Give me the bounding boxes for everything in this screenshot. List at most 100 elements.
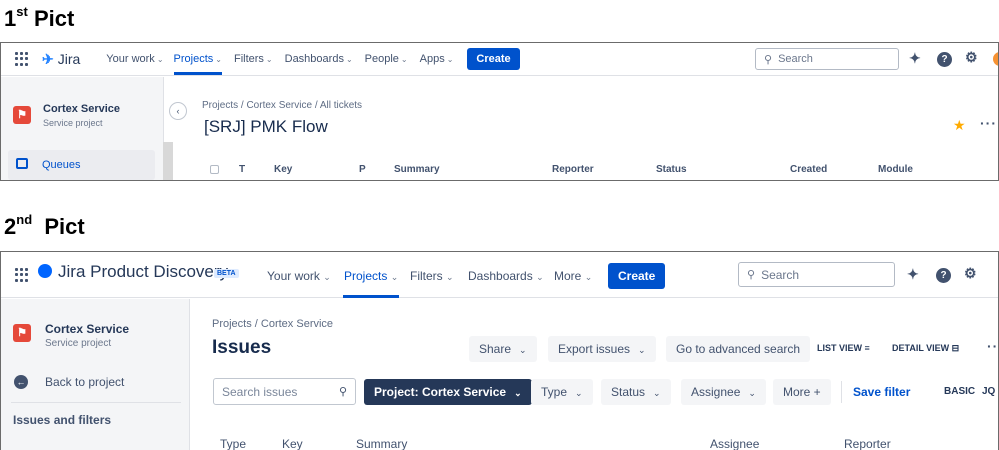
assignee-filter-button[interactable]: Assignee ⌄	[681, 379, 766, 405]
chevron-down-icon: ⌄	[514, 388, 522, 398]
chevron-down-icon: ⌄	[390, 272, 399, 282]
column-header[interactable]: Key	[274, 164, 292, 175]
chevron-down-icon: ⌄	[536, 272, 544, 282]
chevron-down-icon: ⌄	[323, 272, 331, 282]
chevron-down-icon: ⌄	[345, 54, 353, 64]
chevron-down-icon: ⌄	[584, 272, 593, 282]
project-avatar-icon: ⚑	[13, 324, 31, 342]
type-filter-button[interactable]: Type ⌄	[531, 379, 593, 405]
breadcrumb[interactable]: Projects / Cortex Service / All tickets	[202, 100, 362, 111]
back-icon[interactable]: ←	[14, 375, 28, 389]
column-header[interactable]: Summary	[394, 164, 440, 175]
detail-view-toggle[interactable]: DETAIL VIEW ⊟	[892, 343, 959, 354]
jira-screenshot-2: Jira Product Discovery BETA Your work ⌄ …	[0, 251, 999, 450]
chevron-down-icon: ⌄	[653, 388, 661, 398]
active-tab-indicator	[343, 295, 399, 298]
first-picture-heading: 1st Pict	[4, 4, 75, 31]
search-icon: ⚲	[764, 53, 773, 66]
nav-people[interactable]: People ⌄	[365, 53, 408, 65]
project-filter-button[interactable]: Project: Cortex Service ⌄	[364, 379, 532, 405]
notification-icon[interactable]: ✦	[907, 266, 919, 283]
help-icon[interactable]: ?	[937, 52, 952, 67]
sidebar-scrollbar[interactable]	[163, 142, 173, 180]
chevron-down-icon: ⌄	[748, 388, 756, 398]
nav-apps[interactable]: Apps ⌄	[420, 53, 454, 65]
page-title: [SRJ] PMK Flow	[204, 117, 328, 136]
settings-icon[interactable]: ⚙	[964, 265, 977, 282]
nav-dashboards[interactable]: Dashboards ⌄	[468, 269, 544, 283]
chevron-down-icon: ⌄	[638, 345, 646, 355]
project-type: Service project	[45, 338, 112, 349]
chevron-down-icon: ⌄	[446, 54, 454, 64]
settings-icon[interactable]: ⚙	[965, 49, 978, 66]
app-logo-text[interactable]: Jira	[58, 51, 81, 67]
column-header[interactable]: P	[359, 164, 366, 175]
column-header[interactable]: Summary	[356, 437, 407, 450]
create-button[interactable]: Create	[608, 263, 666, 289]
project-name: Cortex Service	[45, 322, 130, 336]
chevron-down-icon: ⌄	[575, 388, 583, 398]
search-icon: ⚲	[747, 269, 756, 281]
column-header[interactable]: Reporter	[844, 437, 891, 450]
page-title: Issues	[212, 337, 272, 358]
advanced-search-button[interactable]: Go to advanced search	[666, 336, 811, 362]
nav-more[interactable]: More ⌄	[554, 269, 592, 283]
jira-logo-icon[interactable]: ✈	[42, 51, 54, 68]
star-icon[interactable]: ★	[953, 117, 966, 134]
share-button[interactable]: Share ⌄	[469, 336, 537, 362]
column-header[interactable]: Type	[220, 437, 246, 450]
second-picture-heading: 2nd Pict	[4, 212, 85, 239]
status-filter-button[interactable]: Status ⌄	[601, 379, 671, 405]
breadcrumb[interactable]: Projects / Cortex Service	[212, 318, 333, 330]
chevron-down-icon: ⌄	[156, 54, 164, 64]
more-filters-button[interactable]: More +	[773, 379, 831, 405]
chevron-down-icon: ⌄	[519, 345, 527, 355]
column-header[interactable]: Reporter	[552, 164, 594, 175]
project-name: Cortex Service	[43, 103, 121, 115]
chevron-down-icon: ⌄	[446, 272, 454, 282]
more-icon[interactable]: ··	[987, 338, 998, 354]
help-icon[interactable]: ?	[936, 268, 951, 283]
nav-filters[interactable]: Filters ⌄	[410, 269, 454, 283]
grid-icon[interactable]	[15, 52, 29, 66]
column-header[interactable]: Key	[282, 437, 303, 450]
column-header[interactable]: Created	[790, 164, 827, 175]
queues-icon	[16, 158, 28, 169]
more-icon[interactable]: ···	[980, 115, 997, 131]
export-issues-button[interactable]: Export issues ⌄	[548, 336, 656, 362]
list-view-toggle[interactable]: LIST VIEW ≡	[817, 343, 870, 353]
nav-your-work[interactable]: Your work ⌄	[106, 53, 163, 65]
jpd-logo-icon[interactable]	[38, 264, 52, 278]
save-filter-link[interactable]: Save filter	[853, 385, 910, 399]
column-header[interactable]: Status	[656, 164, 687, 175]
back-to-project-link[interactable]: Back to project	[45, 375, 124, 389]
select-all-checkbox[interactable]	[210, 165, 219, 174]
search-issues-input[interactable]: Search issues ⚲	[213, 378, 356, 405]
collapse-icon[interactable]: ‹	[169, 102, 187, 120]
jql-mode-toggle[interactable]: JQ	[982, 386, 995, 397]
nav-projects[interactable]: Projects ⌄	[173, 53, 223, 75]
column-header[interactable]: Module	[878, 164, 913, 175]
sidebar-section-heading: Issues and filters	[13, 413, 112, 427]
nav-projects[interactable]: Projects ⌄	[344, 269, 398, 283]
project-type: Service project	[43, 118, 103, 128]
grid-icon[interactable]	[15, 268, 29, 282]
nav-filters[interactable]: Filters ⌄	[234, 53, 273, 65]
create-button[interactable]: Create	[467, 48, 520, 70]
sidebar-divider	[11, 402, 181, 403]
filter-divider	[841, 381, 842, 403]
magnifier-icon: ⚲	[338, 386, 347, 398]
chevron-down-icon: ⌄	[215, 54, 222, 64]
search-input[interactable]: ⚲ Search	[755, 48, 899, 70]
nav-dashboards[interactable]: Dashboards ⌄	[285, 53, 353, 65]
column-header[interactable]: T	[239, 164, 245, 175]
notification-icon[interactable]: ✦	[909, 50, 921, 67]
nav-your-work[interactable]: Your work ⌄	[267, 269, 331, 283]
app-logo-text[interactable]: Jira Product Discovery	[58, 262, 228, 282]
project-avatar-icon: ⚑	[13, 106, 31, 124]
basic-mode-toggle[interactable]: BASIC	[944, 386, 975, 397]
chevron-down-icon: ⌄	[400, 54, 408, 64]
column-header[interactable]: Assignee	[710, 437, 759, 450]
search-input[interactable]: ⚲ Search	[738, 262, 895, 287]
sidebar-item-queues[interactable]: Queues	[8, 150, 155, 180]
